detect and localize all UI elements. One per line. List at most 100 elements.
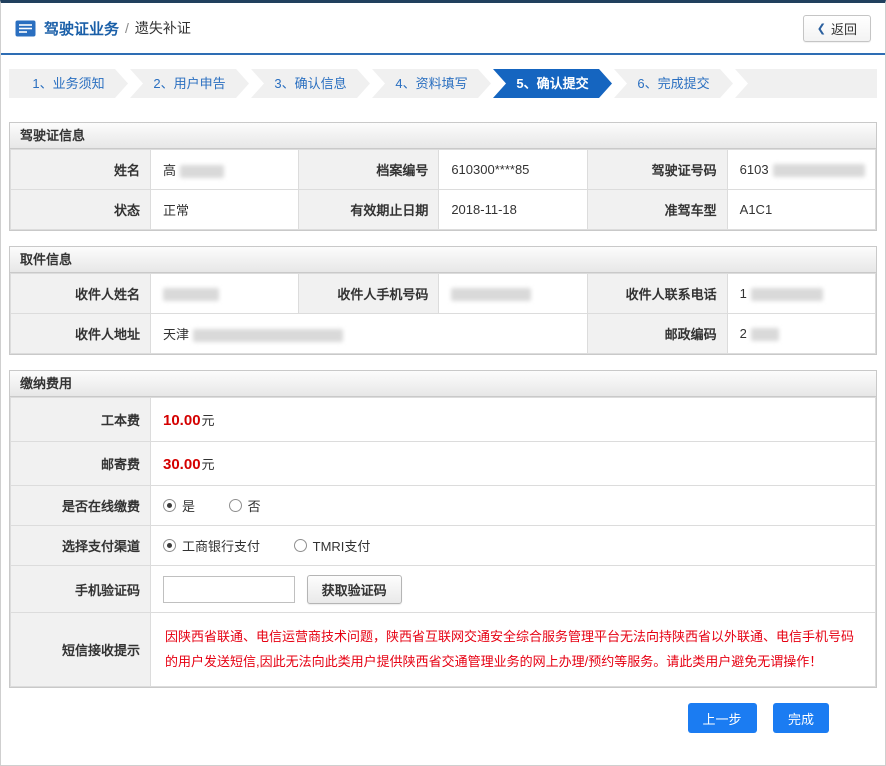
get-code-button[interactable]: 获取验证码 (307, 575, 402, 604)
step-label: 6、完成提交 (637, 76, 709, 91)
recipient-phone-value: 1 (727, 274, 875, 314)
footer-actions: 上一步 完成 (1, 703, 829, 733)
radio-online-pay-yes[interactable]: 是 (163, 496, 195, 515)
step-3-confirm-info: 3、确认信息 (251, 69, 370, 98)
pickup-info-section: 取件信息 收件人姓名 收件人手机号码 收件人联系电话 1 收件人地 (9, 246, 877, 355)
section-title-payment: 缴纳费用 (10, 371, 876, 397)
table-row: 邮寄费 30.00元 (11, 442, 876, 486)
step-label: 2、用户申告 (153, 76, 225, 91)
radio-unchecked-icon (229, 499, 242, 512)
file-no-value: 610300****85 (439, 150, 587, 190)
sms-code-input[interactable] (163, 576, 295, 603)
license-business-icon (15, 20, 36, 37)
steps-nav: 1、业务须知 2、用户申告 3、确认信息 4、资料填写 5、确认提交 6、完成提… (9, 69, 877, 98)
radio-label-no: 否 (248, 496, 261, 515)
radio-channel-tmri[interactable]: TMRI支付 (294, 536, 371, 555)
page-title-primary: 驾驶证业务 (44, 18, 119, 39)
sms-code-field: 获取验证码 (151, 566, 876, 613)
vehicle-class-label: 准驾车型 (587, 190, 727, 230)
recipient-address-text: 天津 (163, 327, 189, 342)
expiry-value: 2018-11-18 (439, 190, 587, 230)
recipient-address-label: 收件人地址 (11, 314, 151, 354)
step-label: 1、业务须知 (32, 76, 104, 91)
recipient-phone-label: 收件人联系电话 (587, 274, 727, 314)
table-row: 状态 正常 有效期止日期 2018-11-18 准驾车型 A1C1 (11, 190, 876, 230)
redacted-text (751, 288, 823, 301)
cost-fee-value: 10.00元 (151, 398, 876, 442)
table-row: 姓名 高 档案编号 610300****85 驾驶证号码 6103 (11, 150, 876, 190)
vehicle-class-value: A1C1 (727, 190, 875, 230)
status-value: 正常 (151, 190, 299, 230)
redacted-text (751, 328, 779, 341)
pay-channel-options: 工商银行支付 TMRI支付 (151, 526, 876, 566)
step-6-complete-submit: 6、完成提交 (614, 69, 733, 98)
redacted-text (773, 164, 865, 177)
expiry-label: 有效期止日期 (299, 190, 439, 230)
pickup-info-table: 收件人姓名 收件人手机号码 收件人联系电话 1 收件人地址 天津 邮政编码 (10, 273, 876, 354)
status-label: 状态 (11, 190, 151, 230)
license-no-label: 驾驶证号码 (587, 150, 727, 190)
license-info-table: 姓名 高 档案编号 610300****85 驾驶证号码 6103 状态 正常 … (10, 149, 876, 230)
postage-fee-label: 邮寄费 (11, 442, 151, 486)
pay-channel-label: 选择支付渠道 (11, 526, 151, 566)
page: 驾驶证业务 / 遗失补证 ❮ 返回 1、业务须知 2、用户申告 3、确认信息 4… (0, 0, 886, 766)
radio-online-pay-no[interactable]: 否 (229, 496, 261, 515)
postage-fee-unit: 元 (202, 457, 215, 472)
back-button[interactable]: ❮ 返回 (803, 15, 871, 42)
recipient-name-value (151, 274, 299, 314)
table-row: 选择支付渠道 工商银行支付 TMRI支付 (11, 526, 876, 566)
redacted-text (180, 165, 224, 178)
radio-channel-icbc[interactable]: 工商银行支付 (163, 536, 260, 555)
postcode-label: 邮政编码 (587, 314, 727, 354)
license-no-value-text: 6103 (740, 162, 769, 177)
step-1-business-notice: 1、业务须知 (9, 69, 128, 98)
step-2-user-declaration: 2、用户申告 (130, 69, 249, 98)
radio-label-yes: 是 (182, 496, 195, 515)
table-row: 短信接收提示 因陕西省联通、电信运营商技术问题，陕西省互联网交通安全综合服务管理… (11, 613, 876, 687)
sms-tip-cell: 因陕西省联通、电信运营商技术问题，陕西省互联网交通安全综合服务管理平台无法向持陕… (151, 613, 876, 687)
breadcrumb: 驾驶证业务 / 遗失补证 (15, 18, 191, 39)
page-title-secondary: 遗失补证 (135, 18, 191, 38)
cost-fee-unit: 元 (202, 413, 215, 428)
table-row: 手机验证码 获取验证码 (11, 566, 876, 613)
radio-checked-icon (163, 499, 176, 512)
postcode-value: 2 (727, 314, 875, 354)
payment-section: 缴纳费用 工本费 10.00元 邮寄费 30.00元 是否在线缴费 (9, 370, 877, 688)
redacted-text (163, 288, 219, 301)
step-4-fill-data: 4、资料填写 (372, 69, 491, 98)
cost-fee-amount: 10.00 (163, 412, 201, 429)
previous-step-button[interactable]: 上一步 (688, 703, 757, 733)
postage-fee-amount: 30.00 (163, 456, 201, 473)
breadcrumb-divider: / (125, 20, 129, 36)
sms-code-label: 手机验证码 (11, 566, 151, 613)
header: 驾驶证业务 / 遗失补证 ❮ 返回 (1, 3, 885, 55)
section-title-pickup: 取件信息 (10, 247, 876, 273)
table-row: 是否在线缴费 是 否 (11, 486, 876, 526)
recipient-phone-text: 1 (740, 286, 747, 301)
name-value: 高 (151, 150, 299, 190)
radio-checked-icon (163, 539, 176, 552)
sms-tip-text: 因陕西省联通、电信运营商技术问题，陕西省互联网交通安全综合服务管理平台无法向持陕… (165, 625, 861, 674)
table-row: 收件人姓名 收件人手机号码 收件人联系电话 1 (11, 274, 876, 314)
online-pay-label: 是否在线缴费 (11, 486, 151, 526)
license-no-value: 6103 (727, 150, 875, 190)
name-value-text: 高 (163, 163, 176, 178)
table-row: 收件人地址 天津 邮政编码 2 (11, 314, 876, 354)
step-label: 5、确认提交 (516, 76, 588, 91)
finish-button[interactable]: 完成 (773, 703, 829, 733)
recipient-address-value: 天津 (151, 314, 588, 354)
step-label: 3、确认信息 (274, 76, 346, 91)
step-label: 4、资料填写 (395, 76, 467, 91)
postcode-text: 2 (740, 326, 747, 341)
step-5-confirm-submit-active: 5、确认提交 (493, 69, 612, 98)
section-title-license: 驾驶证信息 (10, 123, 876, 149)
name-label: 姓名 (11, 150, 151, 190)
radio-unchecked-icon (294, 539, 307, 552)
recipient-mobile-label: 收件人手机号码 (299, 274, 439, 314)
payment-table: 工本费 10.00元 邮寄费 30.00元 是否在线缴费 是 (10, 397, 876, 687)
postage-fee-value: 30.00元 (151, 442, 876, 486)
license-info-section: 驾驶证信息 姓名 高 档案编号 610300****85 驾驶证号码 6103 … (9, 122, 877, 231)
back-button-label: 返回 (831, 19, 857, 38)
recipient-name-label: 收件人姓名 (11, 274, 151, 314)
cost-fee-label: 工本费 (11, 398, 151, 442)
